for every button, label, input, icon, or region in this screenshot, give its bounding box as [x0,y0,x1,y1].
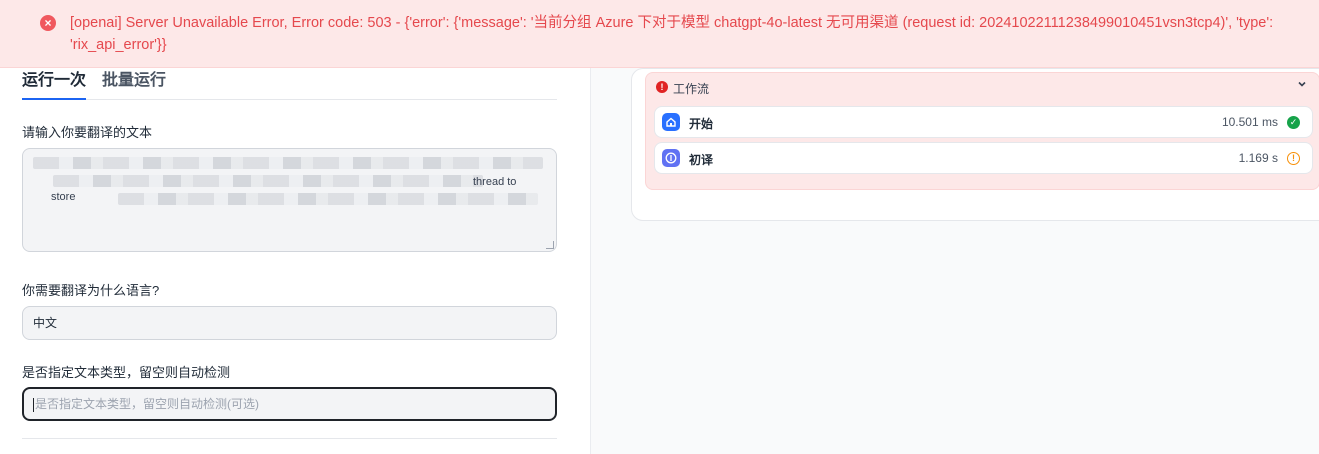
text-type-field-label: 是否指定文本类型，留空则自动检测 [22,365,231,380]
blurred-text-line [53,175,483,187]
workflow-panel: ! 工作流 开始 10.501 ms ✓ 初译 1.169 s ! [645,72,1319,190]
error-toast: × [openai] Server Unavailable Error, Err… [0,0,1319,68]
chevron-down-icon[interactable] [1297,78,1307,92]
text-fragment: thread to [473,176,517,188]
node-name: 初译 [689,153,714,167]
text-field-label: 请输入你要翻译的文本 [22,125,153,140]
close-circle-icon[interactable]: × [40,15,56,31]
resize-handle[interactable] [546,241,554,249]
home-icon [662,113,680,131]
text-type-placeholder: 是否指定文本类型，留空则自动检测(可选) [35,397,259,411]
workflow-title: 工作流 [673,82,710,96]
text-type-input[interactable]: 是否指定文本类型，留空则自动检测(可选) [22,387,557,421]
node-duration: 10.501 ms [1221,115,1278,129]
check-icon: ✓ [1287,116,1300,129]
result-pane: ! 工作流 开始 10.501 ms ✓ 初译 1.169 s ! [590,0,1319,454]
source-text-textarea[interactable]: thread to store [22,148,557,252]
workflow-node-row[interactable]: 初译 1.169 s ! [654,142,1313,174]
text-caret [33,397,34,412]
tab-run-once[interactable]: 运行一次 [22,70,87,100]
error-message: [openai] Server Unavailable Error, Error… [70,15,1274,53]
tab-batch-run[interactable]: 批量运行 [102,70,166,100]
divider [22,438,557,439]
target-language-input[interactable]: 中文 [22,306,557,340]
language-field-label: 你需要翻译为什么语言? [22,283,160,298]
run-mode-tabs: 运行一次 批量运行 [22,70,557,100]
run-form-pane: 运行一次 批量运行 请输入你要翻译的文本 thread to store 你需要… [0,0,590,454]
compass-icon [662,149,680,167]
workflow-node-row[interactable]: 开始 10.501 ms ✓ [654,106,1313,138]
node-name: 开始 [689,117,714,131]
node-duration: 1.169 s [1238,151,1278,165]
error-icon: ! [656,81,668,93]
warning-icon: ! [1287,152,1300,165]
blurred-text-line [33,157,543,169]
text-fragment: store [51,191,76,203]
blurred-text-line [118,193,538,205]
